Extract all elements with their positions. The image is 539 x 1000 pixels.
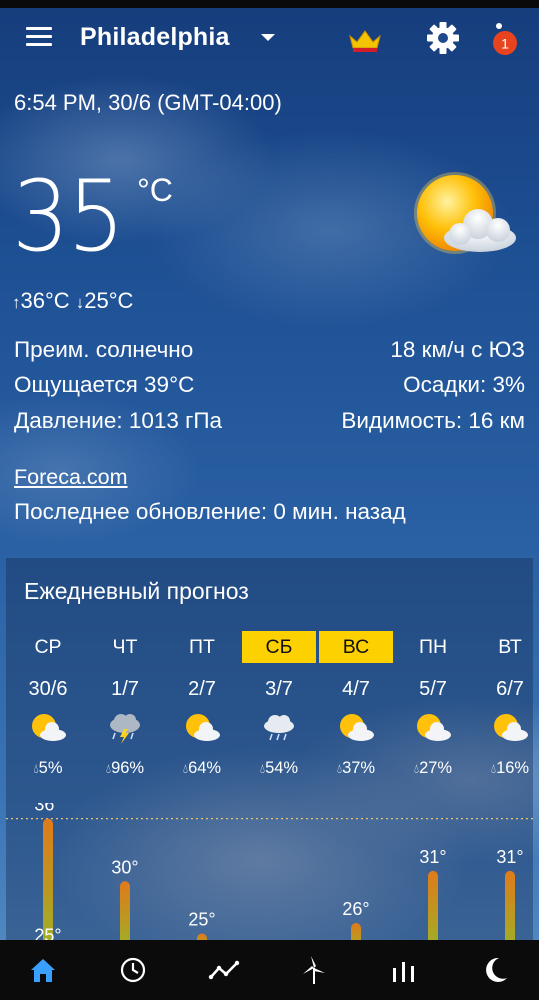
notification-count: 1 — [501, 36, 509, 52]
top-bar: Philadelphia 1 — [0, 8, 539, 68]
day-name: ПТ — [189, 636, 215, 658]
temperature-bar — [351, 923, 361, 940]
day-precipitation: 💧︎27% — [413, 759, 453, 777]
day-precipitation: 💧︎5% — [33, 759, 63, 777]
forecast-day[interactable]: СБ 3/7 💧︎54% — [242, 631, 316, 778]
day-name: СР — [34, 636, 62, 658]
day-date: 3/7 — [265, 678, 293, 700]
day-date: 2/7 — [188, 678, 216, 700]
low-temperature-label: 25° — [34, 925, 61, 940]
high-low-temperatures: ↑36°C ↓25°C — [12, 288, 133, 314]
day-precipitation: 💧︎54% — [259, 759, 299, 777]
sun-cloud-icon — [414, 172, 516, 254]
home-icon[interactable] — [27, 954, 59, 986]
high-temperature-label: 31° — [496, 847, 523, 867]
temperature-bar — [505, 870, 515, 940]
condition-text: Преим. солнечно — [14, 337, 194, 362]
down-arrow-icon: ↓ — [75, 293, 85, 312]
sun-cloud-icon — [186, 714, 220, 741]
feels-like-text: Ощущается 39°C — [14, 372, 195, 397]
city-selector[interactable]: Philadelphia — [80, 23, 230, 52]
sun-cloud-icon — [494, 714, 528, 741]
forecast-day[interactable]: ВС 4/7 💧︎37% — [319, 631, 393, 778]
high-temperature-label: 26° — [342, 899, 369, 919]
day-name: СБ — [242, 631, 316, 663]
bottom-navigation — [0, 940, 539, 1000]
notification-badge-icon[interactable]: 1 — [490, 21, 520, 57]
rain-cloud-icon — [264, 715, 294, 741]
high-temperature-label: 30° — [111, 857, 138, 877]
bar-chart-icon[interactable] — [388, 954, 420, 986]
day-date: 30/6 — [28, 678, 68, 700]
forecast-day[interactable]: ПН 5/7 💧︎27% — [396, 631, 470, 778]
last-update-text: Последнее обновление: 0 мин. назад — [14, 499, 406, 524]
hamburger-menu-icon[interactable] — [26, 27, 52, 47]
trend-icon[interactable] — [208, 954, 240, 986]
current-temperature: 35 — [12, 160, 125, 274]
temperature-bar — [428, 870, 438, 940]
day-date: 4/7 — [342, 678, 370, 700]
thunderstorm-icon — [110, 714, 140, 744]
forecast-day[interactable]: СР 30/6 💧︎5% — [11, 631, 85, 778]
temperature-chart: 36°25°30°25°22°26°31°31° — [6, 803, 533, 940]
moon-icon[interactable] — [479, 954, 511, 986]
sun-cloud-icon — [417, 714, 451, 741]
forecast-day[interactable]: ВТ 6/7 💧︎16% — [473, 631, 539, 778]
day-precipitation: 💧︎96% — [105, 759, 145, 777]
high-temperature-label: 36° — [34, 803, 61, 815]
day-name: ПН — [418, 636, 448, 658]
day-precipitation: 💧︎37% — [336, 759, 376, 777]
sun-cloud-icon — [340, 714, 374, 741]
day-precipitation: 💧︎64% — [182, 759, 222, 777]
high-temp: 36°C — [20, 288, 70, 313]
forecast-title: Ежедневный прогноз — [24, 578, 249, 604]
forecast-day[interactable]: ПТ 2/7 💧︎64% — [165, 631, 239, 778]
pressure-text: Давление: 1013 гПа — [14, 408, 223, 433]
temperature-unit: °C — [137, 172, 173, 208]
precipitation-text: Осадки: 3% — [403, 372, 525, 397]
sun-cloud-icon — [32, 714, 66, 741]
day-date: 5/7 — [419, 678, 447, 700]
high-temperature-label: 25° — [188, 909, 215, 929]
up-arrow-icon: ↑ — [12, 293, 21, 312]
clock-icon[interactable] — [117, 954, 149, 986]
dropdown-triangle-icon[interactable] — [261, 34, 275, 41]
high-temperature-label: 31° — [419, 847, 446, 867]
wind-text: 18 км/ч с ЮЗ — [390, 337, 525, 362]
source-link[interactable]: Foreca.com — [14, 465, 128, 490]
temperature-bar — [120, 881, 130, 940]
day-date: 1/7 — [111, 678, 139, 700]
day-name: ВТ — [498, 636, 522, 658]
day-name: ВС — [319, 631, 393, 663]
day-precipitation: 💧︎16% — [490, 759, 530, 777]
daily-forecast-panel[interactable]: Ежедневный прогноз СР 30/6 💧︎5% ЧТ 1/7 💧… — [6, 558, 533, 940]
wind-turbine-icon[interactable] — [298, 954, 330, 986]
status-bar — [0, 0, 539, 8]
local-datetime: 6:54 PM, 30/6 (GMT-04:00) — [14, 90, 282, 115]
day-date: 6/7 — [496, 678, 524, 700]
gear-icon[interactable] — [426, 21, 460, 55]
low-temp: 25°C — [84, 288, 134, 313]
day-name: ЧТ — [112, 636, 138, 658]
temperature-bar — [43, 818, 53, 940]
forecast-day[interactable]: ЧТ 1/7 💧︎96% — [88, 631, 162, 778]
crown-icon[interactable] — [348, 28, 382, 54]
visibility-text: Видимость: 16 км — [341, 408, 525, 433]
